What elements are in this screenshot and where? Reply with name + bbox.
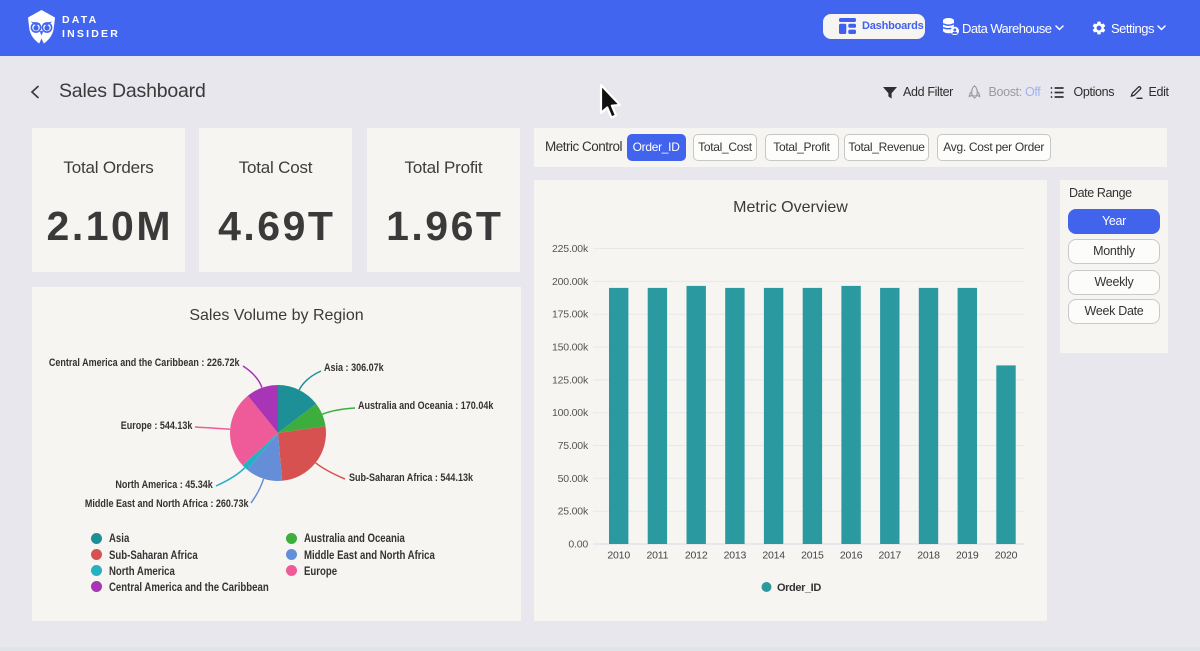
- svg-text:75.00k: 75.00k: [558, 440, 589, 452]
- svg-text:2017: 2017: [879, 550, 902, 562]
- svg-text:125.00k: 125.00k: [552, 374, 589, 386]
- svg-text:2010: 2010: [607, 550, 630, 562]
- svg-text:175.00k: 175.00k: [552, 309, 589, 321]
- svg-text:225.00k: 225.00k: [552, 243, 589, 255]
- svg-text:25.00k: 25.00k: [558, 506, 589, 518]
- svg-text:2011: 2011: [647, 550, 669, 562]
- svg-text:2018: 2018: [917, 550, 940, 562]
- svg-text:50.00k: 50.00k: [558, 473, 589, 485]
- svg-text:2020: 2020: [995, 550, 1018, 562]
- svg-text:2015: 2015: [801, 550, 824, 562]
- svg-text:0.00: 0.00: [568, 539, 588, 551]
- svg-text:100.00k: 100.00k: [552, 407, 589, 419]
- svg-text:2016: 2016: [840, 550, 863, 562]
- svg-text:150.00k: 150.00k: [552, 342, 589, 354]
- svg-text:Order_ID: Order_ID: [777, 582, 821, 594]
- svg-text:2014: 2014: [762, 550, 785, 562]
- svg-text:2013: 2013: [724, 550, 747, 562]
- svg-text:2019: 2019: [956, 550, 979, 562]
- svg-text:2012: 2012: [685, 550, 708, 562]
- svg-text:200.00k: 200.00k: [552, 276, 589, 288]
